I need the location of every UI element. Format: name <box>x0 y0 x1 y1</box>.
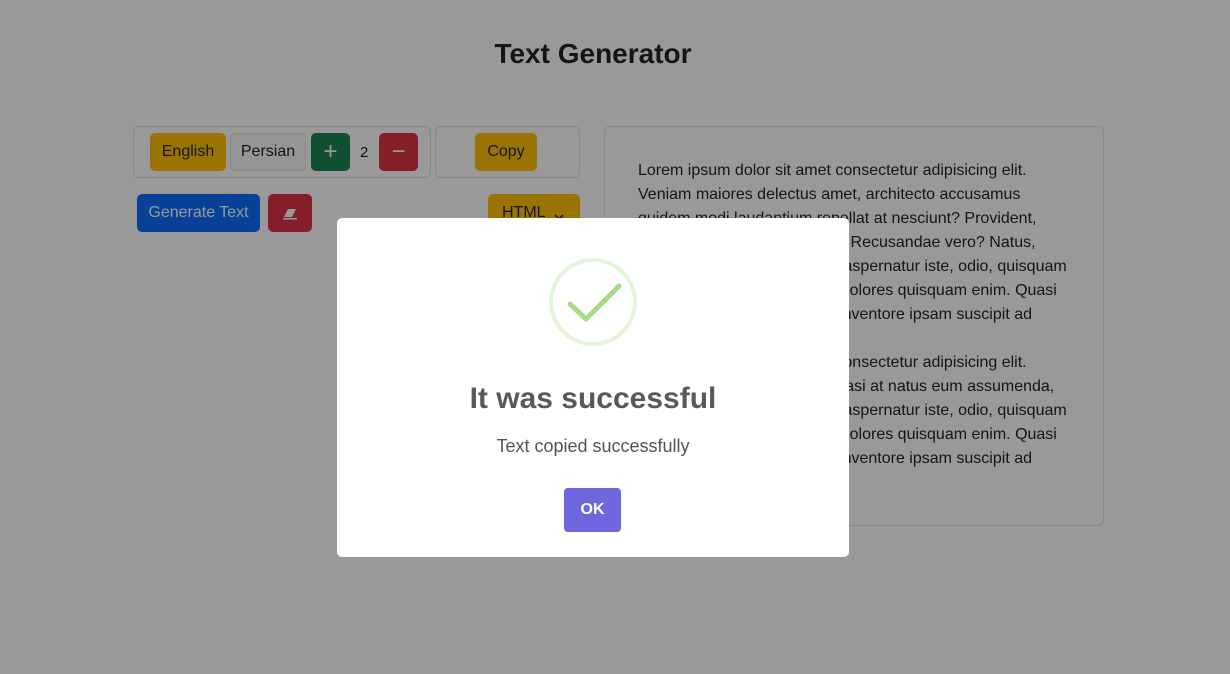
check-icon <box>549 258 637 346</box>
modal-text: Text copied successfully <box>496 436 690 456</box>
ok-button[interactable]: OK <box>564 488 621 532</box>
success-modal: It was successful Text copied successful… <box>337 218 849 557</box>
modal-title: It was successful <box>469 382 717 415</box>
